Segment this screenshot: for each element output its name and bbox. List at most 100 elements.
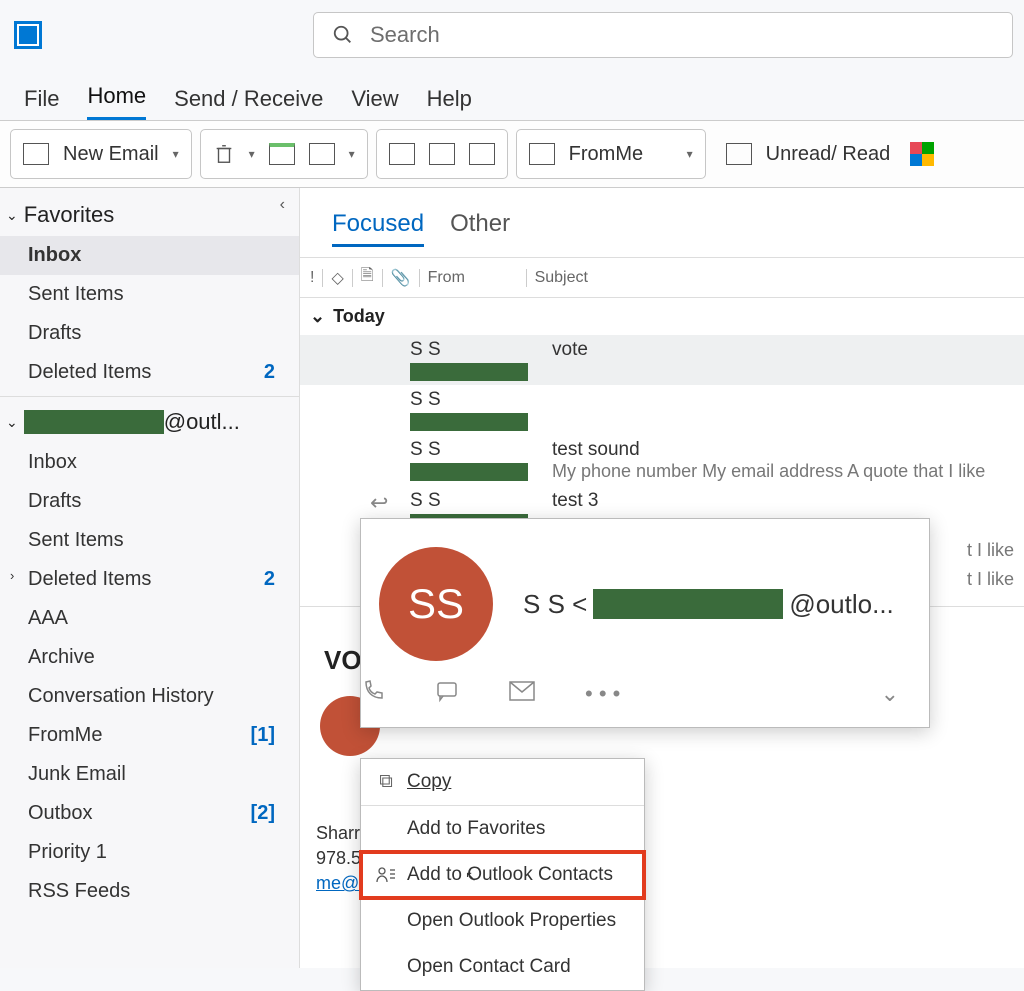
phone-icon[interactable]	[361, 679, 385, 709]
message-row[interactable]: S Stest soundMy phone number My email ad…	[300, 435, 1024, 486]
menu-send-receive[interactable]: Send / Receive	[174, 86, 323, 120]
expand-card-icon[interactable]: ⌄	[881, 681, 929, 707]
contact-name-prefix: S S <	[523, 589, 587, 620]
message-row[interactable]: S Svote	[300, 335, 1024, 385]
main-menu: File Home Send / Receive View Help	[0, 70, 1024, 120]
add-contact-icon	[375, 866, 397, 884]
folder-icon	[529, 143, 555, 165]
chat-icon[interactable]	[435, 679, 459, 709]
importance-icon[interactable]: !	[310, 269, 314, 287]
chevron-down-icon[interactable]: ▾	[687, 147, 693, 161]
unread-read-button[interactable]: Unread/ Read	[714, 129, 903, 179]
folder-junk-email[interactable]: Junk Email	[0, 755, 299, 794]
redacted-email	[593, 589, 783, 619]
chevron-down-icon[interactable]: ▾	[173, 147, 179, 161]
cursor-icon: ↖	[465, 868, 477, 885]
folder-inbox[interactable]: Inbox	[0, 236, 299, 275]
unread-read-label: Unread/ Read	[766, 143, 891, 166]
search-placeholder: Search	[370, 22, 440, 48]
ctx-copy[interactable]: ⧉ Copy	[361, 759, 644, 805]
categorize-icon[interactable]	[910, 142, 934, 166]
trash-icon	[213, 142, 235, 166]
folder-deleted-items[interactable]: Deleted Items2	[0, 353, 299, 392]
reply-icon	[389, 143, 415, 165]
group-label: Today	[333, 306, 385, 327]
chevron-down-icon[interactable]: ▾	[249, 147, 255, 161]
outlook-logo-icon	[14, 21, 42, 49]
reply-all-icon	[429, 143, 455, 165]
folder-priority-1[interactable]: Priority 1	[0, 833, 299, 872]
ctx-copy-label: Copy	[407, 771, 451, 792]
ctx-open-contact-card[interactable]: Open Contact Card	[361, 944, 644, 990]
contact-name: S S < @outlo...	[523, 589, 894, 620]
folder-archive[interactable]: Archive	[0, 638, 299, 677]
archive-icon	[269, 143, 295, 165]
menu-view[interactable]: View	[351, 86, 398, 120]
quicksteps-group[interactable]: FromMe ▾	[516, 129, 706, 179]
chevron-down-icon[interactable]: ▾	[349, 147, 355, 161]
message-row[interactable]: S S	[300, 385, 1024, 435]
envelope-open-icon	[726, 143, 752, 165]
mail-icon[interactable]	[509, 681, 535, 707]
column-headers: ! ◇ 🗎 📎 From Subject	[300, 258, 1024, 298]
note-icon[interactable]: 🗎	[361, 264, 374, 291]
contact-avatar: SS	[379, 547, 493, 661]
search-icon	[332, 24, 354, 46]
new-email-button[interactable]: New Email ▾	[10, 129, 192, 179]
collapse-pane-icon[interactable]: ‹	[280, 196, 285, 214]
favorites-header[interactable]: ⌄Favorites	[0, 194, 299, 236]
reply-icon: ↩	[370, 490, 388, 516]
tab-focused[interactable]: Focused	[332, 210, 424, 247]
forward-icon	[469, 143, 495, 165]
account-header[interactable]: ⌄ @outl...	[0, 401, 299, 443]
folder-inbox[interactable]: Inbox	[0, 443, 299, 482]
respond-group[interactable]	[376, 129, 508, 179]
folder-conversation-history[interactable]: Conversation History	[0, 677, 299, 716]
new-email-label: New Email	[63, 143, 159, 166]
col-subject[interactable]: Subject	[535, 269, 588, 287]
attachment-icon[interactable]: 📎	[391, 268, 411, 288]
folder-aaa[interactable]: AAA	[0, 599, 299, 638]
folder-sent-items[interactable]: Sent Items	[0, 521, 299, 560]
ctx-add-favorites[interactable]: Add to Favorites	[361, 806, 644, 852]
tab-other[interactable]: Other	[450, 210, 510, 247]
contact-name-suffix: @outlo...	[789, 589, 893, 620]
redacted-email	[24, 410, 164, 434]
favorites-label: Favorites	[24, 202, 114, 228]
reminder-icon[interactable]: ◇	[331, 268, 343, 288]
folder-deleted-items[interactable]: ›Deleted Items2	[0, 560, 299, 599]
folder-fromme[interactable]: FromMe1	[0, 716, 299, 755]
folder-drafts[interactable]: Drafts	[0, 482, 299, 521]
folder-rss-feeds[interactable]: RSS Feeds	[0, 872, 299, 911]
ctx-open-properties[interactable]: Open Outlook Properties	[361, 898, 644, 944]
menu-home[interactable]: Home	[87, 83, 146, 120]
ctx-card-label: Open Contact Card	[407, 956, 571, 978]
title-bar: Search	[0, 0, 1024, 70]
folder-drafts[interactable]: Drafts	[0, 314, 299, 353]
group-today[interactable]: ⌄Today	[300, 298, 1024, 335]
menu-help[interactable]: Help	[427, 86, 472, 120]
search-input[interactable]: Search	[313, 12, 1013, 58]
more-icon[interactable]: • • •	[585, 681, 620, 707]
folder-sent-items[interactable]: Sent Items	[0, 275, 299, 314]
menu-file[interactable]: File	[24, 86, 59, 120]
contact-card: SS S S < @outlo... • • • ⌄	[360, 518, 930, 728]
ctx-fav-label: Add to Favorites	[407, 818, 545, 840]
ribbon: New Email ▾ ▾ ▾ FromMe ▾ Unread/ Read	[0, 120, 1024, 188]
move-icon	[309, 143, 335, 165]
inbox-tabs: Focused Other	[300, 188, 1024, 258]
ctx-add-outlook-contacts[interactable]: Add to Outlook Contacts ↖	[361, 852, 644, 898]
copy-icon: ⧉	[375, 771, 397, 793]
folder-pane: ‹ ⌄Favorites InboxSent ItemsDraftsDelete…	[0, 188, 300, 968]
divider	[0, 396, 299, 397]
delete-group[interactable]: ▾ ▾	[200, 129, 368, 179]
folder-outbox[interactable]: Outbox2	[0, 794, 299, 833]
account-suffix: @outl...	[164, 409, 240, 435]
quickstep-label: FromMe	[569, 143, 643, 166]
col-from[interactable]: From	[428, 269, 518, 287]
mail-icon	[23, 143, 49, 165]
context-menu: ⧉ Copy Add to Favorites Add to Outlook C…	[360, 758, 645, 991]
ctx-contacts-label: Add to Outlook Contacts	[407, 864, 613, 886]
ctx-props-label: Open Outlook Properties	[407, 910, 616, 932]
signature-email[interactable]: me@	[316, 873, 359, 893]
